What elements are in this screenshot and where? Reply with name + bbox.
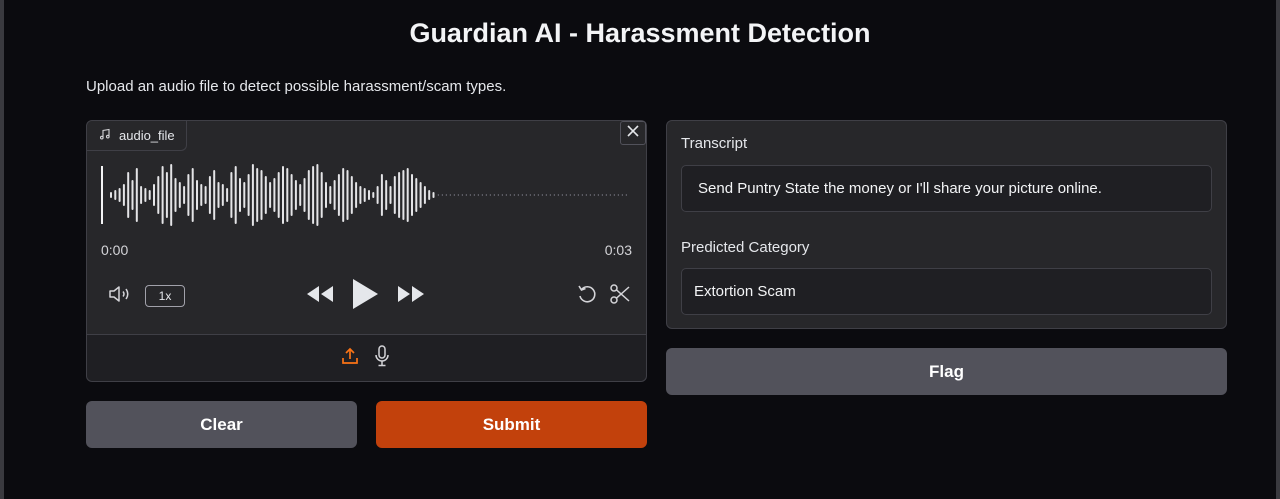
predicted-category-value: Extortion Scam xyxy=(694,283,796,300)
page-description: Upload an audio file to detect possible … xyxy=(86,78,507,95)
audio-input-label: audio_file xyxy=(87,121,187,151)
waveform[interactable] xyxy=(101,163,631,227)
page-title: Guardian AI - Harassment Detection xyxy=(409,18,871,48)
volume-icon xyxy=(108,284,132,309)
predicted-category-field[interactable]: Extortion Scam xyxy=(681,268,1212,315)
time-total: 0:03 xyxy=(604,242,632,258)
rewind-icon xyxy=(306,285,334,308)
fast-forward-button[interactable] xyxy=(396,283,426,309)
time-current: 0:00 xyxy=(101,242,129,258)
fast-forward-icon xyxy=(397,285,425,308)
upload-icon xyxy=(341,347,359,370)
audio-input-label-text: audio_file xyxy=(119,128,175,143)
play-button[interactable] xyxy=(349,278,381,314)
play-icon xyxy=(351,278,379,315)
reset-icon xyxy=(576,283,598,310)
close-button[interactable] xyxy=(620,121,646,145)
clear-button[interactable]: Clear xyxy=(86,401,357,448)
audio-source-bar xyxy=(87,335,646,381)
close-icon xyxy=(626,124,640,143)
transcript-field[interactable]: Send Puntry State the money or I'll shar… xyxy=(681,165,1212,212)
reset-button[interactable] xyxy=(575,284,599,308)
microphone-icon xyxy=(374,344,390,372)
submit-button[interactable]: Submit xyxy=(376,401,647,448)
scissors-icon xyxy=(609,283,631,310)
window-edge-left xyxy=(0,0,4,499)
flag-button[interactable]: Flag xyxy=(666,348,1227,395)
microphone-button[interactable] xyxy=(371,344,393,372)
trim-button[interactable] xyxy=(608,283,632,310)
transcript-label: Transcript xyxy=(681,135,748,152)
rewind-button[interactable] xyxy=(305,283,335,309)
upload-button[interactable] xyxy=(339,347,361,369)
window-edge-right xyxy=(1276,0,1280,499)
transcript-value: Send Puntry State the money or I'll shar… xyxy=(698,180,1102,197)
audio-input-panel: audio_file 0:00 0:03 1x xyxy=(86,120,647,382)
app-frame: Guardian AI - Harassment Detection Uploa… xyxy=(0,0,1280,499)
playback-speed-button[interactable]: 1x xyxy=(145,285,185,307)
output-panel: Transcript Send Puntry State the money o… xyxy=(666,120,1227,329)
music-note-icon xyxy=(99,128,111,143)
volume-button[interactable] xyxy=(107,284,133,308)
predicted-category-label: Predicted Category xyxy=(681,239,810,256)
